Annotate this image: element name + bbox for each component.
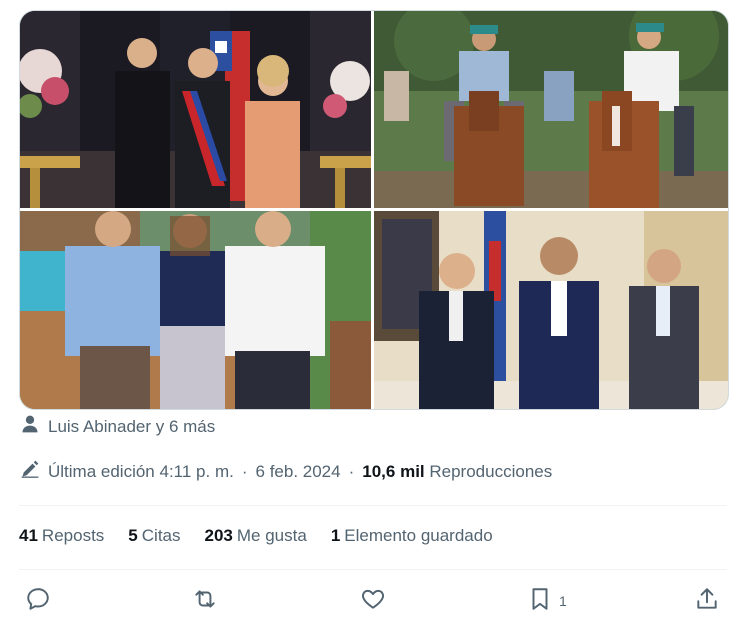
edited-date: 6 feb. 2024 xyxy=(255,461,341,481)
photo-horseback[interactable] xyxy=(374,11,728,208)
bookmark-count: 1 xyxy=(559,592,567,609)
repost-icon xyxy=(192,586,218,615)
photo-terrace[interactable] xyxy=(20,211,371,409)
action-bar: 1 xyxy=(19,582,727,622)
bookmark-icon xyxy=(527,586,553,615)
stat-reposts[interactable]: 41 Reposts xyxy=(19,526,104,546)
views: 10,6 mil Reproducciones xyxy=(362,462,552,482)
edit-info: Última edición 4:11 p. m. · 6 feb. 2024 … xyxy=(20,459,552,484)
views-count: 10,6 mil xyxy=(362,461,425,481)
tagged-users[interactable]: Luis Abinader y 6 más xyxy=(20,414,215,439)
divider xyxy=(19,569,727,570)
separator-dot: · xyxy=(241,461,248,481)
photo-ceremony[interactable] xyxy=(20,11,371,208)
bookmark-button[interactable]: 1 xyxy=(527,586,567,615)
person-icon xyxy=(20,414,40,439)
repost-button[interactable] xyxy=(192,586,218,615)
views-label: Reproducciones xyxy=(429,461,553,481)
heart-icon xyxy=(360,586,386,615)
stat-quotes[interactable]: 5 Citas xyxy=(128,526,180,546)
pencil-icon xyxy=(20,459,40,484)
stat-bookmarks[interactable]: 1 Elemento guardado xyxy=(331,526,493,546)
tagged-users-label: Luis Abinader y 6 más xyxy=(48,416,216,436)
reply-icon xyxy=(25,586,51,615)
reply-button[interactable] xyxy=(25,586,51,615)
separator-dot: · xyxy=(348,461,355,481)
divider xyxy=(19,505,727,506)
media-grid xyxy=(19,10,729,410)
share-button[interactable] xyxy=(694,586,720,615)
like-button[interactable] xyxy=(360,586,386,615)
share-icon xyxy=(694,586,720,615)
stat-likes[interactable]: 203 Me gusta xyxy=(205,526,307,546)
edited-link[interactable]: Última edición 4:11 p. m. xyxy=(48,462,234,482)
photo-office[interactable] xyxy=(374,211,728,409)
engagement-stats: 41 Reposts 5 Citas 203 Me gusta 1 Elemento g… xyxy=(19,526,493,546)
